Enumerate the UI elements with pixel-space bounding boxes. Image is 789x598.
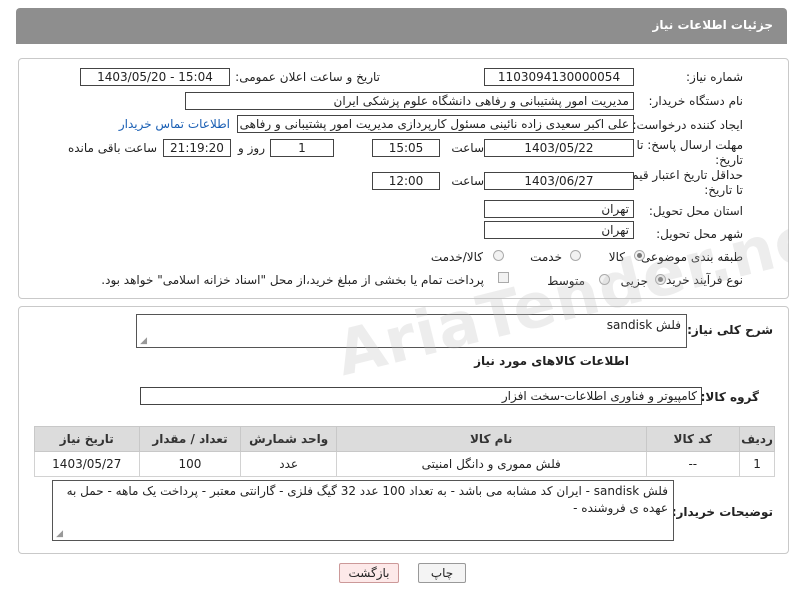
col-date: تاریخ نیاز bbox=[34, 426, 140, 452]
price-validity-time-label: ساعت bbox=[451, 174, 484, 188]
requester-field: علی اکبر سعیدی زاده نائینی مسئول کارپردا… bbox=[237, 115, 634, 133]
print-button[interactable]: چاپ bbox=[418, 563, 466, 583]
summary-value: فلش sandisk bbox=[606, 318, 681, 332]
back-button[interactable]: بازگشت bbox=[339, 563, 399, 583]
page-title: جزئیات اطلاعات نیاز bbox=[652, 18, 773, 32]
process-label: نوع فرآیند خرید : bbox=[658, 273, 743, 287]
col-name: نام کالا bbox=[335, 426, 647, 452]
need-number-field: 1103094130000054 bbox=[484, 68, 634, 86]
page-header: جزئیات اطلاعات نیاز bbox=[16, 8, 787, 44]
category-service-radio[interactable] bbox=[570, 250, 581, 261]
buyer-notes-label: توضیحات خریدار: bbox=[671, 505, 773, 519]
days-label: روز و bbox=[238, 141, 265, 155]
contact-info-link[interactable]: اطلاعات تماس خریدار bbox=[119, 117, 230, 131]
cell-code: -- bbox=[645, 451, 741, 477]
category-goods-radio[interactable] bbox=[634, 250, 645, 261]
process-minor-label: جزیی bbox=[620, 274, 648, 288]
buyer-notes-value: فلش sandisk - ایران کد مشابه می باشد - ب… bbox=[66, 484, 668, 515]
cell-name: فلش مموری و دانگل امنیتی bbox=[335, 451, 647, 477]
city-field: تهران bbox=[484, 221, 634, 239]
deadline-time-field: 15:05 bbox=[372, 139, 440, 157]
goods-info-title: اطلاعات کالاهای مورد نیاز bbox=[474, 354, 629, 368]
col-unit: واحد شمارش bbox=[240, 426, 337, 452]
need-number-label: شماره نیاز: bbox=[686, 70, 743, 84]
cell-qty: 100 bbox=[138, 451, 242, 477]
category-label: طبقه بندی موضوعی: bbox=[636, 250, 743, 264]
requester-label: ایجاد کننده درخواست: bbox=[632, 118, 743, 132]
price-validity-date-field: 1403/06/27 bbox=[484, 172, 634, 190]
buyer-org-label: نام دستگاه خریدار: bbox=[648, 94, 744, 108]
announce-label: تاریخ و ساعت اعلان عمومی: bbox=[235, 70, 380, 84]
process-medium-radio[interactable] bbox=[599, 274, 610, 285]
summary-textarea: فلش sandisk ◢ bbox=[136, 314, 687, 348]
treasury-payment-checkbox[interactable] bbox=[498, 272, 509, 283]
cell-row: 1 bbox=[739, 451, 775, 477]
days-field: 1 bbox=[270, 139, 334, 157]
cell-unit: عدد bbox=[240, 451, 337, 477]
resize-grip-icon: ◢ bbox=[56, 529, 63, 539]
deadline-date-field: 1403/05/22 bbox=[484, 139, 634, 157]
table-row: 1 -- فلش مموری و دانگل امنیتی عدد 100 14… bbox=[34, 451, 775, 477]
col-code: کد کالا bbox=[645, 426, 741, 452]
resize-grip-icon: ◢ bbox=[140, 336, 147, 346]
group-field: کامپیوتر و فناوری اطلاعات-سخت افزار bbox=[140, 387, 702, 405]
items-table: ردیف کد کالا نام کالا واحد شمارش تعداد /… bbox=[34, 426, 775, 477]
remaining-time-field: 21:19:20 bbox=[163, 139, 231, 157]
col-qty: تعداد / مقدار bbox=[138, 426, 242, 452]
buyer-org-field: مدیریت امور پشتیبانی و رفاهی دانشگاه علو… bbox=[185, 92, 634, 110]
announce-field: 1403/05/20 - 15:04 bbox=[80, 68, 230, 86]
table-header-row: ردیف کد کالا نام کالا واحد شمارش تعداد /… bbox=[34, 426, 775, 452]
category-goods-service-label: کالا/خدمت bbox=[430, 250, 483, 264]
cell-date: 1403/05/27 bbox=[34, 451, 140, 477]
process-medium-label: متوسط bbox=[547, 274, 585, 288]
process-minor-radio[interactable] bbox=[655, 274, 666, 285]
deadline-time-label: ساعت bbox=[451, 141, 484, 155]
buyer-notes-textarea: فلش sandisk - ایران کد مشابه می باشد - ب… bbox=[52, 480, 674, 541]
price-validity-time-field: 12:00 bbox=[372, 172, 440, 190]
payment-note: پرداخت تمام یا بخشی از مبلغ خرید،از محل … bbox=[101, 273, 484, 287]
group-label: گروه کالا: bbox=[700, 390, 759, 404]
city-label: شهر محل تحویل: bbox=[656, 227, 743, 241]
category-goods-label: کالا bbox=[608, 250, 625, 264]
remaining-label: ساعت باقی مانده bbox=[67, 141, 157, 155]
category-goods-service-radio[interactable] bbox=[493, 250, 504, 261]
province-field: تهران bbox=[484, 200, 634, 218]
summary-label: شرح کلی نیاز: bbox=[687, 323, 773, 337]
col-row: ردیف bbox=[739, 426, 775, 452]
province-label: استان محل تحویل: bbox=[648, 204, 743, 218]
category-service-label: خدمت bbox=[530, 250, 562, 264]
deadline-label: مهلت ارسال پاسخ: تا تاریخ: bbox=[636, 138, 743, 167]
